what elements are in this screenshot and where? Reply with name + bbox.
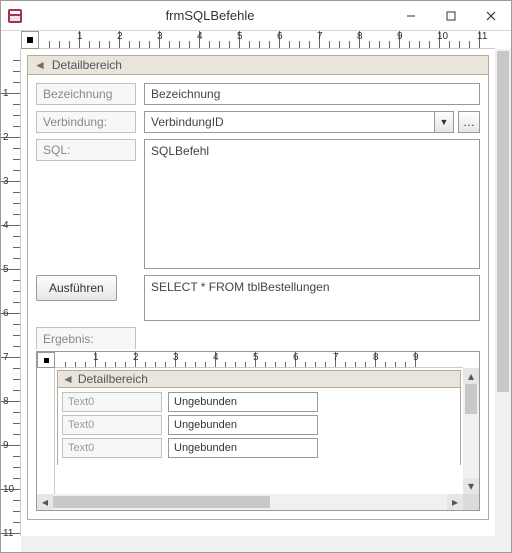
subform-textbox[interactable]: Ungebunden [168, 415, 318, 435]
subform-horizontal-scrollbar[interactable]: ◂ ▸ [37, 494, 463, 510]
label-verbindung[interactable]: Verbindung: [36, 111, 136, 133]
combo-verbindung[interactable]: VerbindungID [144, 111, 434, 133]
form-sysicon [1, 8, 29, 24]
field-bezeichnung[interactable]: Bezeichnung [144, 83, 480, 105]
combo-dropdown-button[interactable]: ▼ [434, 111, 454, 133]
section-header-detail[interactable]: ◄ Detailbereich [27, 55, 489, 75]
build-ellipsis-button[interactable]: … [458, 111, 480, 133]
scroll-right-icon[interactable]: ▸ [447, 494, 463, 510]
subform-selector[interactable] [37, 352, 55, 368]
scroll-down-icon[interactable]: ▾ [463, 478, 479, 494]
designer-client: 1234567891011 1234567891011 ◄ Detailbere… [1, 31, 511, 552]
subform-row: Text0 Ungebunden [62, 438, 456, 458]
subform-vertical-scrollbar[interactable]: ▴ ▾ [463, 368, 479, 494]
subform-canvas: ◄ Detailbereich Text0 Ungebunden Text0 Unge… [55, 368, 463, 494]
label-ergebnis[interactable]: Ergebnis: [36, 327, 136, 349]
minimize-button[interactable] [391, 2, 431, 30]
subform-field-label[interactable]: Text0 [62, 415, 162, 435]
ellipsis-icon: … [463, 115, 475, 129]
subform-row: Text0 Ungebunden [62, 392, 456, 412]
subform-field-label[interactable]: Text0 [62, 438, 162, 458]
design-canvas[interactable]: ◄ Detailbereich Bezeichnung Bezeichnung … [21, 49, 495, 536]
subform-row: Text0 Ungebunden [62, 415, 456, 435]
field-sql-sample[interactable]: SELECT * FROM tblBestellungen [144, 275, 480, 321]
scroll-left-icon[interactable]: ◂ [37, 494, 53, 510]
subform-section-header-label: Detailbereich [78, 372, 148, 386]
form-selector[interactable] [21, 31, 39, 49]
subform-vertical-ruler[interactable] [37, 368, 55, 494]
subform-horizontal-ruler[interactable]: 123456789 [55, 352, 463, 368]
subform-field-label[interactable]: Text0 [62, 392, 162, 412]
chevron-down-icon: ▼ [440, 117, 449, 127]
section-arrow-icon: ◄ [62, 372, 74, 386]
field-sqlbefehl[interactable]: SQLBefehl [144, 139, 480, 269]
form-designer-window: frmSQLBefehle 1234567891011 123456789101… [0, 0, 512, 553]
scroll-up-icon[interactable]: ▴ [463, 368, 479, 384]
subform-textbox[interactable]: Ungebunden [168, 392, 318, 412]
section-header-label: Detailbereich [52, 58, 122, 72]
close-button[interactable] [471, 2, 511, 30]
detail-section-body: Bezeichnung Bezeichnung Verbindung: Verb… [27, 75, 489, 520]
maximize-button[interactable] [431, 2, 471, 30]
execute-button[interactable]: Ausführen [36, 275, 117, 301]
subform-ergebnis[interactable]: 123456789 ◄ Detailbereich Text0 Ungebunde… [36, 351, 480, 511]
execute-button-label: Ausführen [49, 281, 104, 295]
horizontal-ruler[interactable]: 1234567891011 [21, 31, 495, 49]
subform-textbox[interactable]: Ungebunden [168, 438, 318, 458]
label-bezeichnung[interactable]: Bezeichnung [36, 83, 136, 105]
outer-scroll-corner [495, 536, 511, 552]
subform-section-header[interactable]: ◄ Detailbereich [57, 370, 461, 388]
subform-scroll-corner [463, 494, 479, 510]
outer-vertical-scrollbar[interactable] [495, 49, 511, 536]
window-title: frmSQLBefehle [29, 8, 391, 23]
label-sql[interactable]: SQL: [36, 139, 136, 161]
vertical-ruler[interactable]: 1234567891011 [1, 49, 21, 536]
subform-detail-body: Text0 Ungebunden Text0 Ungebunden Text0 Ungeb… [57, 388, 461, 465]
titlebar: frmSQLBefehle [1, 1, 511, 31]
outer-horizontal-scrollbar[interactable] [21, 536, 495, 552]
section-arrow-icon: ◄ [34, 58, 46, 72]
